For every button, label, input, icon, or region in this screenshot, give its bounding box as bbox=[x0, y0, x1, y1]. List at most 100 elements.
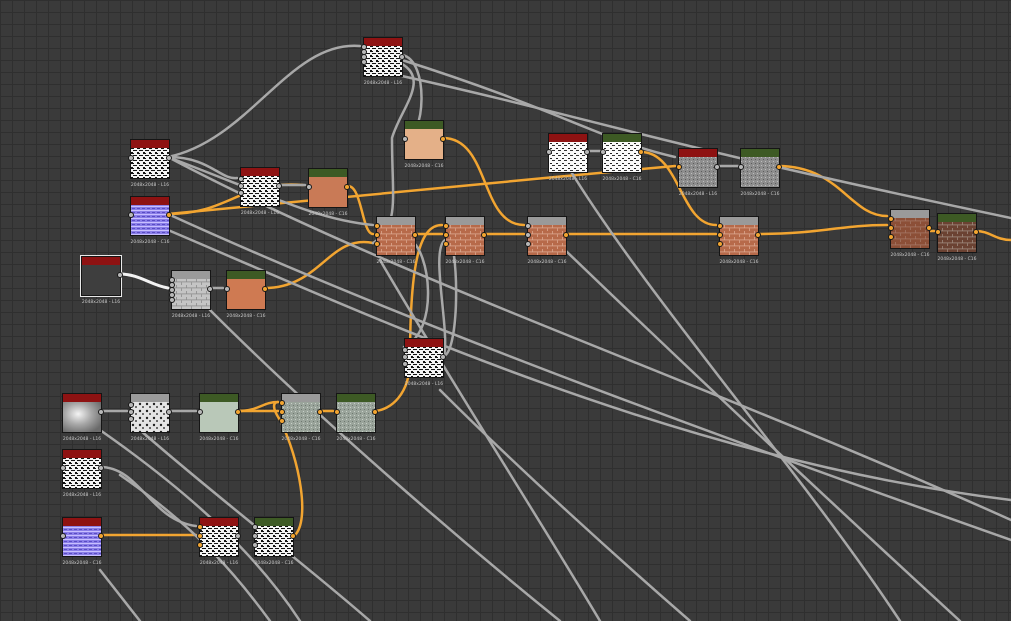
node-header[interactable] bbox=[131, 394, 169, 402]
graph-node[interactable]: 2048x2048 - C16 bbox=[374, 216, 418, 265]
graph-node[interactable]: 2048x2048 - L16 bbox=[62, 393, 104, 442]
graph-node[interactable]: 2048x2048 - C16 bbox=[197, 393, 241, 442]
input-port[interactable] bbox=[279, 409, 285, 415]
graph-node[interactable]: 2048x2048 - L16 bbox=[197, 517, 241, 566]
grayscale-connection-wire[interactable] bbox=[378, 258, 602, 621]
output-port[interactable] bbox=[290, 533, 296, 539]
output-port[interactable] bbox=[344, 184, 350, 190]
graph-node[interactable]: 2048x2048 - L16 bbox=[169, 270, 213, 319]
input-port[interactable] bbox=[443, 232, 449, 238]
input-port[interactable] bbox=[128, 409, 134, 415]
grayscale-connection-wire[interactable] bbox=[563, 248, 962, 621]
grayscale-connection-wire[interactable] bbox=[402, 238, 430, 349]
color-connection-wire[interactable] bbox=[166, 183, 305, 216]
output-port[interactable] bbox=[372, 409, 378, 415]
input-port[interactable] bbox=[402, 361, 408, 367]
node-header[interactable] bbox=[528, 217, 566, 225]
node-header[interactable] bbox=[741, 149, 779, 157]
node-header[interactable] bbox=[255, 518, 293, 526]
input-port[interactable] bbox=[717, 241, 723, 247]
node-header[interactable] bbox=[679, 149, 717, 157]
input-port[interactable] bbox=[443, 241, 449, 247]
grayscale-connection-wire[interactable] bbox=[166, 155, 1011, 522]
output-port[interactable] bbox=[584, 149, 590, 155]
input-port[interactable] bbox=[238, 183, 244, 189]
output-port[interactable] bbox=[166, 155, 172, 161]
node-header[interactable] bbox=[63, 518, 101, 526]
graph-node[interactable]: 2048x2048 - C16 bbox=[717, 216, 761, 265]
input-port[interactable] bbox=[717, 232, 723, 238]
node-header[interactable] bbox=[200, 518, 238, 526]
node-header[interactable] bbox=[227, 271, 265, 279]
node-header[interactable] bbox=[549, 134, 587, 142]
output-port[interactable] bbox=[317, 409, 323, 415]
graph-node[interactable]: 2048x2048 - L16 bbox=[128, 139, 172, 188]
output-port[interactable] bbox=[276, 183, 282, 189]
input-port[interactable] bbox=[525, 232, 531, 238]
input-port[interactable] bbox=[197, 409, 203, 415]
node-header[interactable] bbox=[131, 197, 169, 205]
output-port[interactable] bbox=[235, 409, 241, 415]
input-port[interactable] bbox=[60, 533, 66, 539]
node-header[interactable] bbox=[63, 394, 101, 402]
input-port[interactable] bbox=[128, 402, 134, 408]
output-port[interactable] bbox=[440, 136, 446, 142]
input-port[interactable] bbox=[252, 524, 258, 530]
input-port[interactable] bbox=[402, 136, 408, 142]
graph-node[interactable]: 2048x2048 - C16 bbox=[600, 133, 644, 182]
grayscale-connection-wire[interactable] bbox=[166, 44, 362, 159]
node-header[interactable] bbox=[603, 134, 641, 142]
input-port[interactable] bbox=[361, 59, 367, 65]
graph-node[interactable]: 2048x2048 - L16 bbox=[546, 133, 590, 182]
color-connection-wire[interactable] bbox=[263, 240, 375, 290]
graph-node[interactable]: 2048x2048 - L16 bbox=[80, 255, 123, 305]
input-port[interactable] bbox=[197, 542, 203, 548]
input-port[interactable] bbox=[888, 216, 894, 222]
output-port[interactable] bbox=[714, 164, 720, 170]
graph-node[interactable]: 2048x2048 - L16 bbox=[676, 148, 720, 197]
node-header[interactable] bbox=[405, 339, 443, 347]
input-port[interactable] bbox=[374, 241, 380, 247]
graph-node[interactable]: 2048x2048 - C16 bbox=[60, 517, 104, 566]
color-connection-wire[interactable] bbox=[974, 229, 1011, 242]
input-port[interactable] bbox=[374, 223, 380, 229]
input-port[interactable] bbox=[252, 533, 258, 539]
node-header[interactable] bbox=[309, 169, 347, 177]
grayscale-connection-wire[interactable] bbox=[98, 568, 142, 621]
input-port[interactable] bbox=[443, 223, 449, 229]
input-port[interactable] bbox=[334, 409, 340, 415]
graph-node[interactable]: 2048x2048 - C16 bbox=[306, 168, 350, 217]
output-port[interactable] bbox=[412, 232, 418, 238]
graph-node[interactable]: 2048x2048 - L16 bbox=[402, 338, 446, 387]
grayscale-connection-wire[interactable] bbox=[166, 212, 1011, 542]
input-port[interactable] bbox=[525, 241, 531, 247]
graph-node[interactable]: 2048x2048 - L16 bbox=[238, 167, 282, 216]
input-port[interactable] bbox=[717, 223, 723, 229]
output-port[interactable] bbox=[166, 212, 172, 218]
color-connection-wire[interactable] bbox=[756, 223, 889, 236]
output-port[interactable] bbox=[207, 286, 213, 292]
output-port[interactable] bbox=[98, 409, 104, 415]
node-header[interactable] bbox=[282, 394, 320, 402]
graph-node[interactable]: 2048x2048 - C16 bbox=[888, 209, 932, 258]
graph-node[interactable]: 2048x2048 - C16 bbox=[402, 120, 446, 169]
node-header[interactable] bbox=[377, 217, 415, 225]
input-port[interactable] bbox=[238, 176, 244, 182]
grayscale-connection-wire[interactable] bbox=[166, 155, 239, 180]
grayscale-connection-wire[interactable] bbox=[166, 228, 1011, 502]
grayscale-connection-wire[interactable] bbox=[118, 473, 272, 621]
input-port[interactable] bbox=[252, 542, 258, 548]
node-header[interactable] bbox=[891, 210, 929, 218]
input-port[interactable] bbox=[128, 416, 134, 422]
color-connection-wire[interactable] bbox=[441, 136, 526, 227]
input-port[interactable] bbox=[402, 347, 408, 353]
graph-node[interactable]: 2048x2048 - C16 bbox=[334, 393, 378, 442]
color-connection-wire[interactable] bbox=[346, 184, 375, 236]
input-port[interactable] bbox=[279, 400, 285, 406]
grayscale-connection-wire[interactable] bbox=[438, 388, 692, 621]
output-port[interactable] bbox=[481, 232, 487, 238]
node-header[interactable] bbox=[938, 214, 976, 222]
graph-node[interactable]: 2048x2048 - C16 bbox=[128, 196, 172, 245]
input-port[interactable] bbox=[197, 524, 203, 530]
grayscale-connection-wire[interactable] bbox=[98, 465, 198, 528]
